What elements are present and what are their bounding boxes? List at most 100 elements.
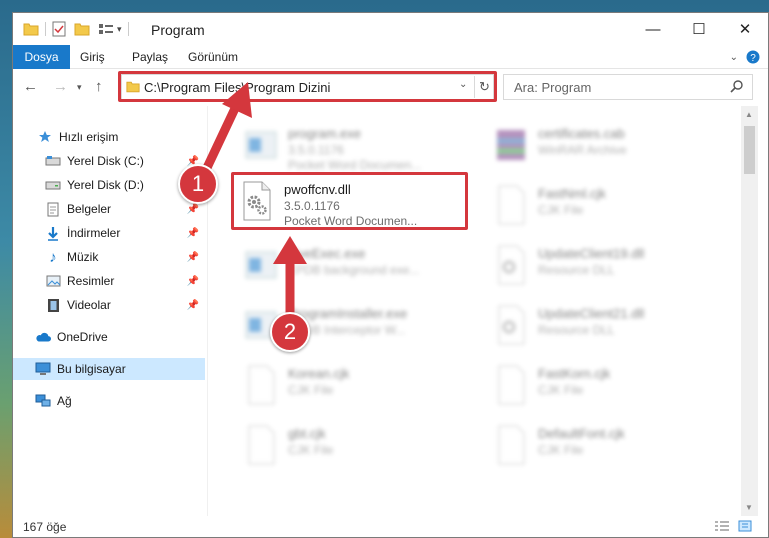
- dll-gear-file-icon: [498, 305, 525, 345]
- computer-icon: [35, 361, 51, 377]
- file-name: FastKorn.cjk: [538, 366, 611, 381]
- title-bar: ▾ Program — ☐ ✕: [13, 13, 768, 45]
- forward-arrow-icon[interactable]: →: [53, 78, 68, 95]
- scroll-up-arrow-icon[interactable]: ▲: [745, 110, 753, 119]
- close-button[interactable]: ✕: [722, 13, 768, 45]
- exe-file-icon: [245, 131, 277, 159]
- scrollbar-thumb[interactable]: [744, 126, 755, 174]
- sidebar-item-label: İndirmeler: [67, 226, 121, 240]
- sidebar-item-videos[interactable]: Videolar 📌: [13, 294, 205, 316]
- file-item[interactable]: FastNml.cjk CJK File: [488, 178, 728, 234]
- up-arrow-icon[interactable]: ↑: [95, 78, 103, 95]
- dll-gear-file-icon: [498, 245, 525, 285]
- maximize-button[interactable]: ☐: [676, 13, 722, 45]
- tab-file[interactable]: Dosya: [13, 45, 70, 69]
- file-item[interactable]: UpdateClient21.dll Resource DLL: [488, 298, 728, 354]
- view-options-icon[interactable]: [98, 22, 114, 36]
- file-description: Pocket Word Documen...: [284, 214, 418, 228]
- file-detail: Resource DLL: [538, 263, 615, 277]
- pin-icon: 📌: [186, 203, 199, 215]
- music-note-icon: ♪: [49, 248, 57, 266]
- sidebar-item-quick-access[interactable]: Hızlı erişim: [13, 126, 205, 148]
- toolbar-divider: [45, 22, 46, 36]
- file-item[interactable]: program.exe 3.5.0.1176 Pocket Word Docum…: [238, 118, 478, 174]
- file-detail: 3.5.0.1176: [288, 143, 344, 157]
- search-box[interactable]: Ara: Program: [503, 74, 753, 100]
- document-icon: [45, 201, 61, 217]
- properties-icon[interactable]: [52, 21, 66, 37]
- sidebar-item-label: OneDrive: [57, 330, 108, 344]
- pin-icon: 📌: [186, 299, 199, 311]
- file-item[interactable]: Korean.cjk CJK File: [238, 358, 478, 414]
- sidebar-item-music[interactable]: ♪ Müzik 📌: [13, 246, 205, 268]
- file-name: program.exe: [288, 126, 361, 141]
- sidebar-item-label: Müzik: [67, 250, 99, 264]
- file-detail: EPDB background exe...: [288, 263, 420, 277]
- pin-icon: 📌: [186, 251, 199, 263]
- sidebar-item-label: Belgeler: [67, 202, 112, 216]
- pin-icon: 📌: [186, 227, 199, 239]
- file-name: certificates.cab: [538, 126, 625, 141]
- explorer-window: ▾ Program — ☐ ✕ Dosya Giriş Paylaş Görün…: [12, 12, 769, 538]
- ribbon-expand-button[interactable]: ⌄ ?: [730, 50, 760, 64]
- sidebar-item-local-disk-d[interactable]: Yerel Disk (D:) 📌: [13, 174, 205, 196]
- file-detail: CJK File: [538, 203, 584, 217]
- vertical-scrollbar[interactable]: ▲ ▼: [741, 106, 758, 516]
- sidebar-item-network[interactable]: Ağ: [13, 390, 205, 412]
- file-item[interactable]: FastKorn.cjk CJK File: [488, 358, 728, 414]
- file-item[interactable]: certificates.cab WinRAR Archive: [488, 118, 728, 174]
- generic-file-icon: [248, 425, 275, 465]
- tab-home[interactable]: Giriş: [80, 45, 105, 69]
- search-placeholder: Ara: Program: [514, 80, 592, 95]
- sidebar-item-label: Yerel Disk (C:): [67, 154, 144, 168]
- pictures-icon: [45, 273, 61, 289]
- dll-gear-file-icon: [243, 181, 271, 221]
- folder-icon: [23, 23, 39, 36]
- minimize-button[interactable]: —: [630, 13, 676, 45]
- search-icon: [730, 80, 743, 93]
- file-name: UpdateClient19.dll: [538, 246, 645, 261]
- tab-share[interactable]: Paylaş: [132, 45, 168, 69]
- maximize-icon: ☐: [692, 21, 706, 38]
- large-icons-view-icon[interactable]: [738, 520, 752, 532]
- sidebar-item-downloads[interactable]: İndirmeler 📌: [13, 222, 205, 244]
- step-badge-2: 2: [270, 312, 310, 352]
- file-detail: CJK File: [538, 443, 584, 457]
- sidebar-item-label: Bu bilgisayar: [57, 362, 126, 376]
- address-highlight-box: [118, 71, 497, 102]
- sidebar-item-label: Resimler: [67, 274, 115, 288]
- sidebar-item-documents[interactable]: Belgeler 📌: [13, 198, 205, 220]
- ribbon-tabs: Dosya Giriş Paylaş Görünüm ⌄ ?: [13, 45, 768, 69]
- file-item[interactable]: DefaultFont.cjk CJK File: [488, 418, 728, 474]
- back-arrow-icon[interactable]: ←: [23, 78, 38, 95]
- file-detail: Resource DLL: [538, 323, 615, 337]
- details-view-icon[interactable]: [714, 520, 730, 532]
- help-icon: ?: [746, 50, 760, 64]
- scroll-down-arrow-icon[interactable]: ▼: [745, 503, 753, 512]
- film-icon: [45, 297, 61, 313]
- file-name: LiveExec.exe: [288, 246, 366, 261]
- sidebar-item-local-disk-c[interactable]: Yerel Disk (C:) 📌: [13, 150, 205, 172]
- generic-file-icon: [248, 365, 275, 405]
- file-name: gbt.cjk: [288, 426, 326, 441]
- sidebar-item-pictures[interactable]: Resimler 📌: [13, 270, 205, 292]
- file-item[interactable]: UpdateClient19.dll Resource DLL: [488, 238, 728, 294]
- new-folder-icon[interactable]: [74, 22, 90, 36]
- toolbar-divider: [127, 22, 129, 36]
- file-item[interactable]: LiveExec.exe EPDB background exe...: [238, 238, 478, 294]
- sidebar-item-this-pc[interactable]: Bu bilgisayar: [13, 358, 205, 380]
- drive-icon: [45, 177, 61, 193]
- item-count: 167 öğe: [23, 520, 67, 534]
- svg-text:?: ?: [750, 53, 756, 64]
- file-item-pwoffcnv-dll[interactable]: pwoffcnv.dll 3.5.0.1176 Pocket Word Docu…: [234, 174, 474, 230]
- sidebar-item-onedrive[interactable]: OneDrive: [13, 326, 205, 348]
- minimize-icon: —: [645, 20, 661, 38]
- customize-toolbar-chevron-icon[interactable]: ▾: [117, 24, 122, 35]
- tab-view[interactable]: Görünüm: [188, 45, 238, 69]
- file-detail: Pocket Word Documen...: [288, 158, 422, 172]
- file-name: FastNml.cjk: [538, 186, 606, 201]
- exe-file-icon: [245, 251, 277, 279]
- status-bar: 167 öğe: [13, 516, 768, 537]
- file-item[interactable]: gbt.cjk CJK File: [238, 418, 478, 474]
- recent-locations-chevron-icon[interactable]: ▾: [77, 82, 82, 93]
